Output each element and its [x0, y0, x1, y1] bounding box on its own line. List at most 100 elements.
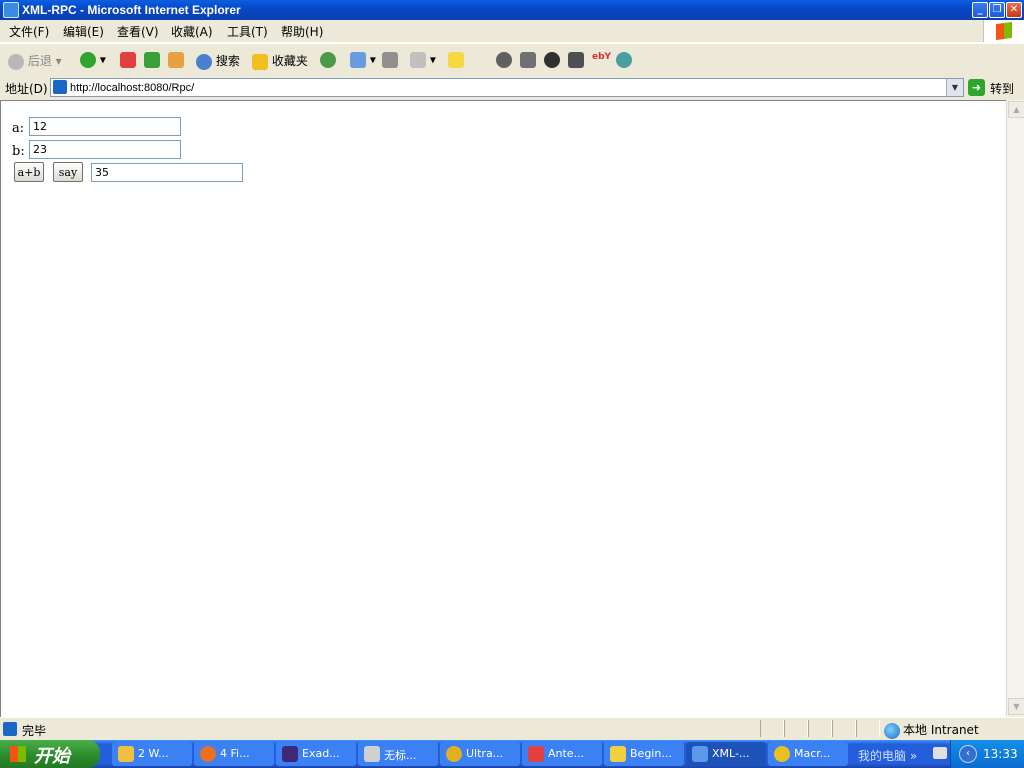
task-folder[interactable]: 2 W...	[112, 742, 192, 766]
label-b: b:	[12, 144, 25, 159]
start-button[interactable]: 开始	[0, 740, 100, 768]
vertical-scrollbar[interactable]: ▲ ▼	[1006, 100, 1024, 716]
ebay-button[interactable]: ebY	[592, 52, 611, 68]
home-icon	[168, 52, 184, 68]
eclipse-icon	[282, 746, 298, 762]
minimize-button[interactable]: _	[972, 2, 988, 18]
task-ant[interactable]: Ante...	[522, 742, 602, 766]
status-text: 完毕	[22, 724, 47, 738]
task-beginning[interactable]: Begin...	[604, 742, 684, 766]
forward-button[interactable]: ▾	[80, 52, 106, 68]
back-icon	[8, 53, 24, 70]
refresh-button[interactable]	[144, 52, 160, 68]
windows-flag-icon	[10, 746, 26, 762]
input-a[interactable]	[29, 117, 181, 136]
back-button[interactable]: 后退 ▾	[8, 52, 62, 70]
menu-help[interactable]: 帮助(H)	[281, 23, 323, 40]
ant-icon	[528, 746, 544, 762]
task-exadel[interactable]: Exad...	[276, 742, 356, 766]
penguin-icon	[544, 52, 560, 68]
scroll-up-button[interactable]: ▲	[1008, 101, 1024, 118]
favorites-button[interactable]: 收藏夹	[252, 52, 308, 70]
task-firefox[interactable]: 4 Fi...	[194, 742, 274, 766]
ie-icon	[692, 746, 708, 762]
tool-icon	[520, 52, 536, 68]
ie-icon	[3, 2, 19, 18]
windows-logo-icon	[983, 20, 1024, 42]
title-bar[interactable]: XML-RPC - Microsoft Internet Explorer _ …	[0, 0, 1024, 20]
print-icon	[382, 52, 398, 68]
my-computer-toolbar[interactable]: 我的电脑 »	[858, 747, 917, 764]
address-box[interactable]: ▼	[50, 78, 964, 97]
ultraedit-icon	[446, 746, 462, 762]
folder-icon	[118, 746, 134, 762]
notepad-icon	[364, 746, 380, 762]
page-content: a: b: a+b say	[0, 100, 1007, 717]
tray-expand-icon[interactable]: ‹	[959, 745, 977, 763]
add-button[interactable]: a+b	[14, 162, 44, 182]
address-label: 地址(D)	[5, 82, 48, 96]
messenger-button[interactable]	[616, 52, 632, 68]
menu-edit[interactable]: 编辑(E)	[63, 23, 104, 40]
menu-favorites[interactable]: 收藏(A)	[171, 23, 213, 40]
address-dropdown[interactable]: ▼	[946, 79, 963, 96]
task-macromedia[interactable]: Macr...	[768, 742, 848, 766]
forward-icon	[80, 52, 96, 68]
menu-file[interactable]: 文件(F)	[9, 23, 49, 40]
close-button[interactable]: ✕	[1006, 2, 1022, 18]
result-input[interactable]	[91, 163, 243, 182]
taskbar: 开始 2 W... 4 Fi... Exad... 无标... Ultra...…	[0, 740, 1024, 768]
input-b[interactable]	[29, 140, 181, 159]
search-button[interactable]: 搜索	[196, 52, 240, 70]
tool-button-2[interactable]	[568, 52, 584, 68]
task-xml-rpc[interactable]: XML-...	[686, 742, 766, 766]
film-icon	[568, 52, 584, 68]
blocker-button[interactable]	[496, 52, 512, 68]
firefox-icon	[200, 746, 216, 762]
address-bar: 地址(D) ▼ ➜ 转到	[0, 76, 1024, 99]
notes-icon	[448, 52, 464, 68]
edit-icon	[410, 52, 426, 68]
history-button[interactable]	[320, 52, 336, 68]
keyboard-icon[interactable]	[933, 747, 947, 759]
page-done-icon	[3, 722, 17, 736]
task-untitled[interactable]: 无标...	[358, 742, 438, 766]
star-icon	[252, 53, 268, 70]
scroll-down-button[interactable]: ▼	[1008, 698, 1024, 715]
restore-button[interactable]: ❐	[989, 2, 1005, 18]
menu-tools[interactable]: 工具(T)	[227, 23, 268, 40]
edit-button[interactable]: ▾	[410, 52, 436, 68]
block-icon	[496, 52, 512, 68]
macromedia-icon	[774, 746, 790, 762]
page-icon	[53, 80, 67, 94]
stop-button[interactable]	[120, 52, 136, 68]
status-segment	[784, 720, 808, 737]
menu-view[interactable]: 查看(V)	[117, 23, 159, 40]
go-button[interactable]: ➜ 转到	[968, 78, 1020, 97]
label-a: a:	[12, 121, 25, 136]
refresh-icon	[144, 52, 160, 68]
notes-button[interactable]	[448, 52, 464, 68]
clock: 13:33	[983, 747, 1018, 761]
task-ultraedit[interactable]: Ultra...	[440, 742, 520, 766]
history-icon	[320, 52, 336, 68]
security-zone: 本地 Intranet	[884, 721, 979, 739]
help-book-icon	[610, 746, 626, 762]
messenger-icon	[616, 52, 632, 68]
toolbar: 后退 ▾ ▾ 搜索 收藏夹 ▾ ▾ ebY	[0, 43, 1024, 77]
mail-button[interactable]: ▾	[350, 52, 376, 68]
status-bar: 完毕 本地 Intranet	[0, 717, 1024, 740]
home-button[interactable]	[168, 52, 184, 68]
window-title: XML-RPC - Microsoft Internet Explorer	[22, 3, 241, 17]
print-button[interactable]	[382, 52, 398, 68]
globe-icon	[884, 722, 900, 739]
status-segment	[832, 720, 856, 737]
tool-button-1[interactable]	[520, 52, 536, 68]
stop-icon	[120, 52, 136, 68]
menu-bar: 文件(F) 编辑(E) 查看(V) 收藏(A) 工具(T) 帮助(H)	[0, 20, 1024, 43]
go-arrow-icon: ➜	[968, 79, 985, 96]
say-button[interactable]: say	[53, 162, 83, 182]
address-input[interactable]	[70, 79, 940, 96]
system-tray: ‹ 13:33	[933, 740, 1024, 768]
qq-button[interactable]	[544, 52, 560, 68]
